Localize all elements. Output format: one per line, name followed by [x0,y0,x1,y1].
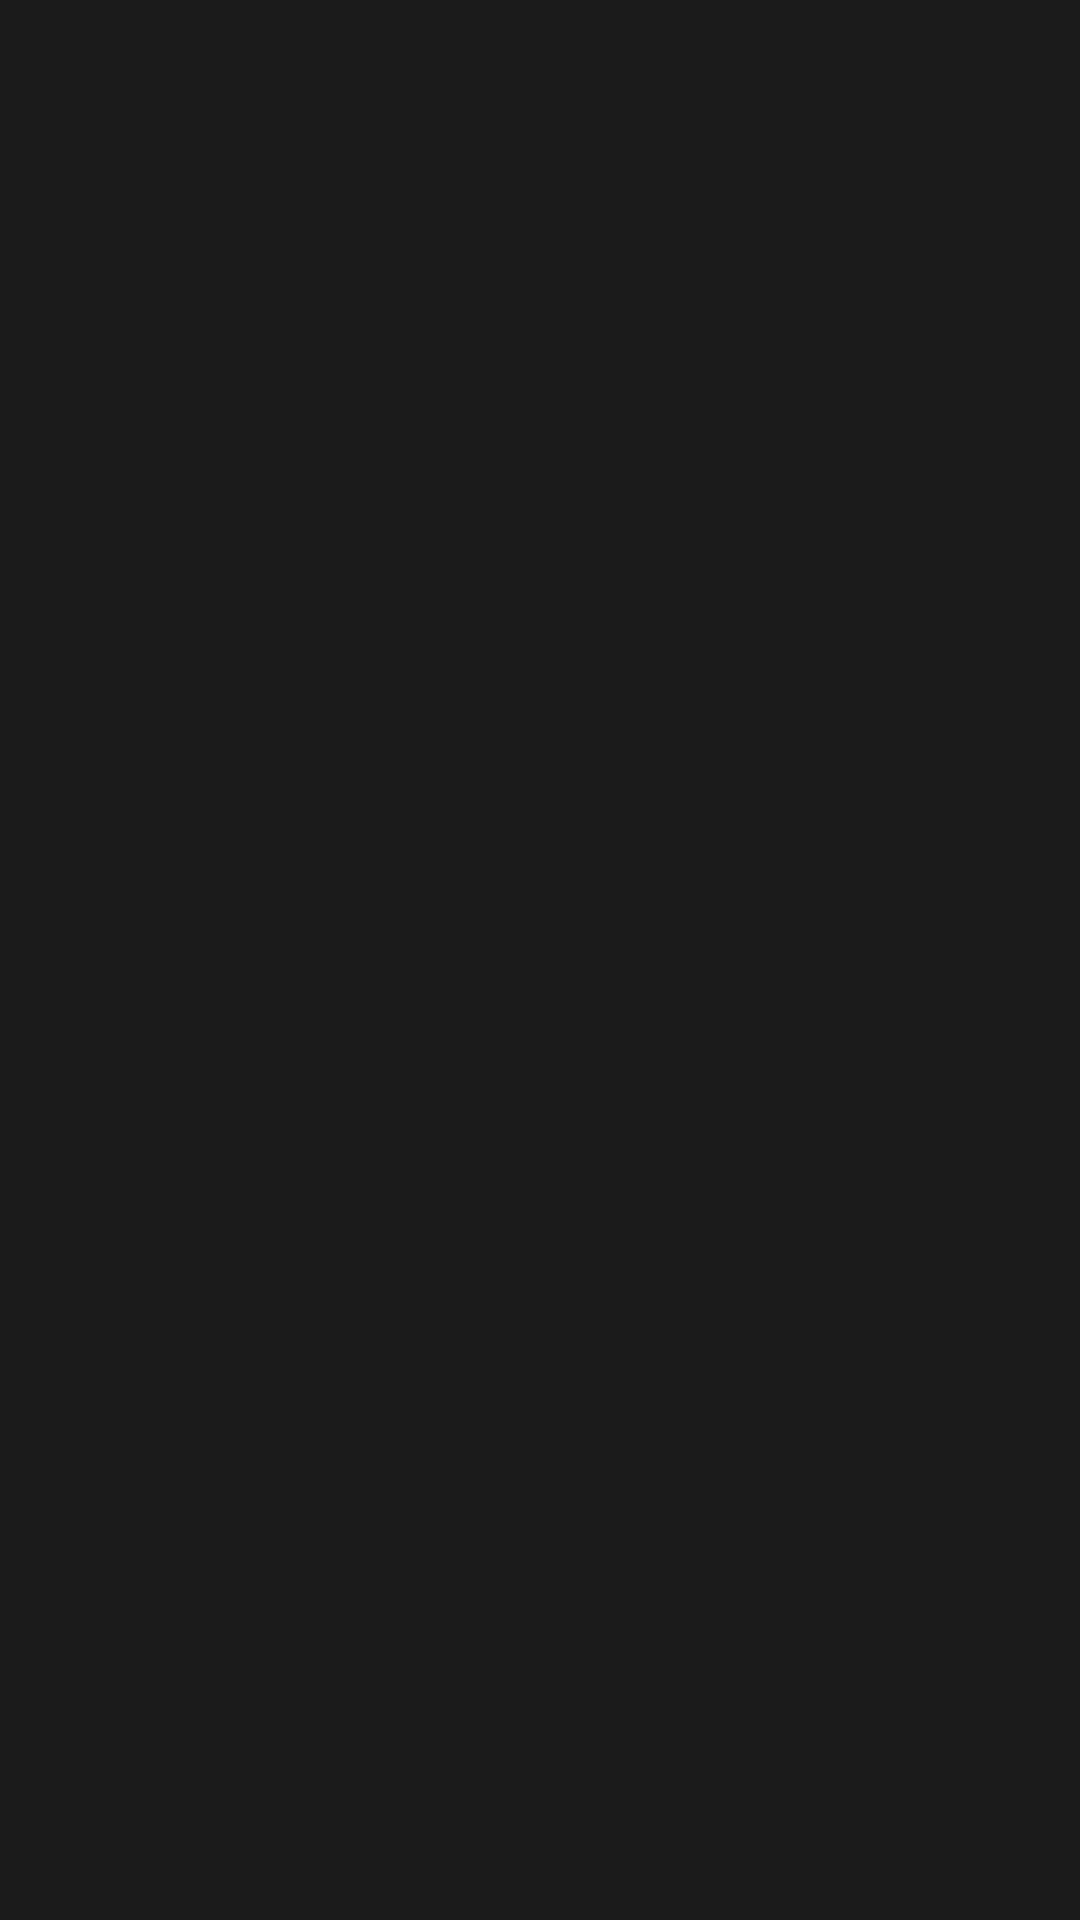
blank-dark-screen [0,0,1080,1920]
